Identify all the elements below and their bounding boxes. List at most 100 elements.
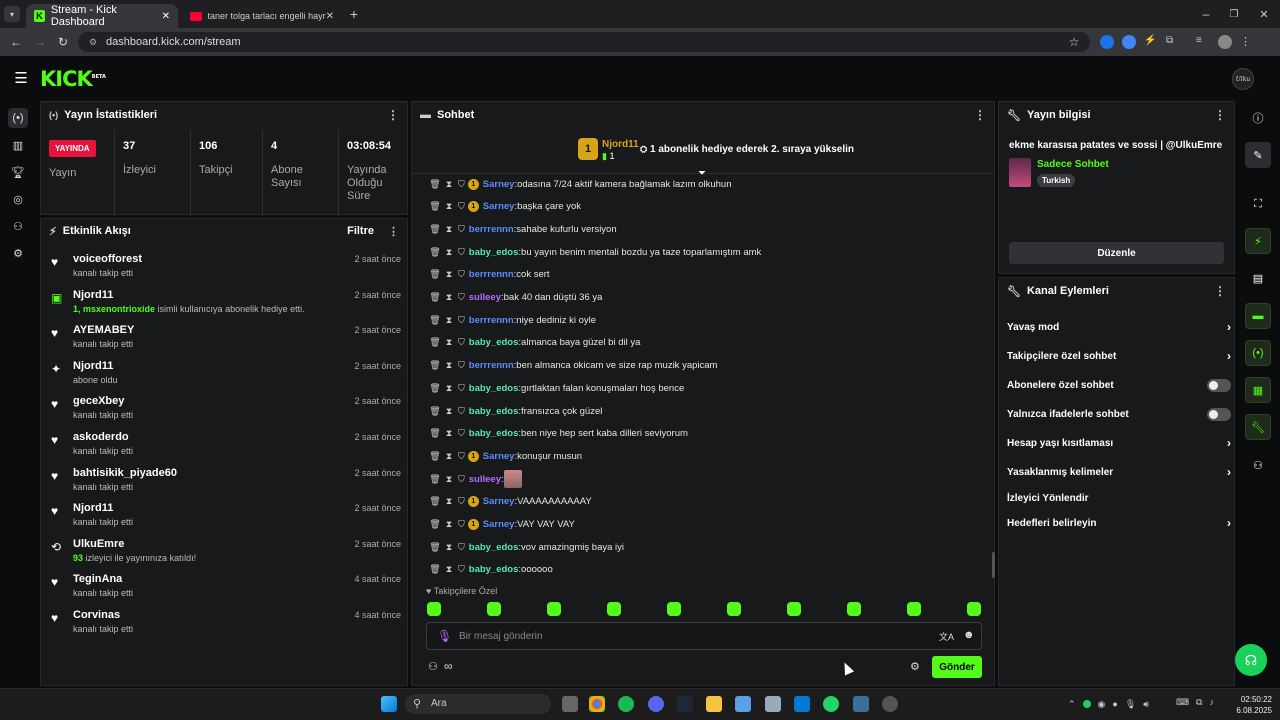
mod-shield-icon[interactable]: ⛉	[458, 292, 465, 303]
emote-icon[interactable]	[787, 602, 801, 616]
hamburger-menu-icon[interactable]: ☰	[12, 70, 30, 87]
chat-username[interactable]: Sarney	[483, 451, 515, 462]
chat-username[interactable]: baby_edos	[469, 247, 519, 258]
chat-message[interactable]: 🗑︎ ⧗ ⛉ 1 Sarney: VAAAAAAAAAAY	[428, 493, 592, 511]
activity-username[interactable]: Corvinas	[73, 609, 120, 621]
chat-message[interactable]: 🗑︎ ⧗ ⛉ 1 Sarney: konuşur musun	[428, 447, 582, 465]
category-name[interactable]: Sadece Sohbet	[1037, 159, 1109, 170]
mod-shield-icon[interactable]: ⛉	[458, 474, 465, 485]
new-tab-icon[interactable]: +	[346, 6, 362, 22]
emote-icon[interactable]	[607, 602, 621, 616]
app-icon[interactable]	[765, 696, 781, 712]
emote-icon[interactable]	[427, 602, 441, 616]
app-icon[interactable]	[853, 696, 869, 712]
chat-message[interactable]: 🗑︎ ⧗ ⛉ baby_edos: vov amazingmiş baya iyi	[428, 538, 624, 556]
close-icon[interactable]: ✕	[326, 11, 334, 22]
activity-item[interactable]: ♥ voiceofforest kanalı takip etti 2 saat ön…	[49, 251, 401, 285]
channel-action-item[interactable]: Yasaklanmış kelimeler ›	[1007, 461, 1231, 483]
mod-shield-icon[interactable]: ⛉	[458, 179, 465, 190]
settings-nav-icon[interactable]: ⚙	[8, 243, 28, 263]
url-bar[interactable]: ⚙ dashboard.kick.com/stream ☆	[78, 32, 1090, 52]
channel-action-item[interactable]: Abonelere özel sohbet	[1007, 374, 1231, 396]
chat-message[interactable]: 🗑︎ ⧗ ⛉ berrrennn: sahabe kufurlu versiyon	[428, 220, 616, 238]
whatsapp-icon[interactable]	[823, 696, 839, 712]
delete-icon[interactable]: 🗑︎	[428, 451, 442, 462]
delete-icon[interactable]: 🗑︎	[428, 247, 442, 258]
activity-username[interactable]: Njord11	[73, 360, 113, 372]
tray-app-icon[interactable]: ●	[1112, 699, 1117, 709]
mod-shield-icon[interactable]: ⛉	[458, 451, 465, 462]
filter-button[interactable]: Filtre	[347, 225, 374, 237]
tray-steam-icon[interactable]: ◉	[1098, 699, 1106, 710]
more-options-icon[interactable]: ⋮	[387, 108, 399, 122]
emote-icon[interactable]	[847, 602, 861, 616]
chat-username[interactable]: Sarney	[483, 179, 515, 190]
app-icon[interactable]	[735, 696, 751, 712]
activity-item[interactable]: ♥ askoderdo kanalı takip etti 2 saat önce	[49, 429, 401, 463]
chat-message[interactable]: 🗑︎ ⧗ ⛉ 1 Sarney: VAY VAY VAY	[428, 516, 575, 534]
timeout-icon[interactable]: ⧗	[442, 247, 456, 258]
chrome-icon[interactable]	[589, 696, 605, 712]
mod-shield-icon[interactable]: ⛉	[458, 224, 465, 235]
delete-icon[interactable]: 🗑︎	[428, 224, 442, 235]
timeout-icon[interactable]: ⧗	[442, 179, 456, 190]
window-close-icon[interactable]: ✕	[1256, 6, 1272, 22]
start-icon[interactable]	[381, 696, 397, 712]
mod-shield-icon[interactable]: ⛉	[458, 315, 465, 326]
more-options-icon[interactable]: ⋮	[388, 225, 399, 238]
emote-icon[interactable]	[487, 602, 501, 616]
timeout-icon[interactable]: ⧗	[442, 474, 456, 485]
activity-item[interactable]: ♥ Corvinas kanalı takip etti 4 saat önce	[49, 607, 401, 641]
activity-item[interactable]: ♥ geceXbey kanalı takip etti 2 saat önce	[49, 393, 401, 427]
mod-shield-icon[interactable]: ⛉	[458, 247, 465, 258]
chat-username[interactable]: berrrennn	[469, 360, 514, 371]
puzzle-icon[interactable]: ⧉	[1166, 35, 1180, 49]
toggle-switch[interactable]	[1207, 378, 1231, 392]
toggle-switch[interactable]	[1207, 407, 1231, 421]
target-nav-icon[interactable]: ◎	[8, 189, 28, 209]
chat-message[interactable]: 🗑︎ ⧗ ⛉ baby_edos: ben niye hep sert kaba di…	[428, 425, 688, 443]
chat-username[interactable]: baby_edos	[469, 428, 519, 439]
trophy-nav-icon[interactable]: 🏆︎	[8, 162, 28, 182]
activity-username[interactable]: TeginAna	[73, 573, 122, 585]
timeout-icon[interactable]: ⧗	[442, 360, 456, 371]
quick-action-wrench-icon[interactable]: 🔧︎	[1245, 414, 1271, 440]
activity-username[interactable]: bahtisikik_piyade60	[73, 467, 177, 479]
chat-username[interactable]: berrrennn	[469, 224, 514, 235]
emote-icon[interactable]	[907, 602, 921, 616]
extension-icon[interactable]	[1122, 35, 1136, 49]
channel-action-item[interactable]: Hedefleri belirleyin ›	[1007, 512, 1231, 534]
chat-username[interactable]: berrrennn	[469, 315, 514, 326]
activity-username[interactable]: askoderdo	[73, 431, 129, 443]
more-options-icon[interactable]: ⋮	[974, 108, 986, 122]
channel-action-item[interactable]: İzleyici Yönlendir	[1007, 487, 1231, 509]
mod-shield-icon[interactable]: ⛉	[458, 337, 465, 348]
more-options-icon[interactable]: ⋮	[1214, 284, 1226, 298]
translate-icon[interactable]: 文A	[939, 630, 954, 643]
community-icon[interactable]: ⚇	[428, 660, 438, 673]
user-avatar[interactable]: Ulku	[1232, 68, 1254, 90]
chat-message[interactable]: 🗑︎ ⧗ ⛉ 1 Sarney: başka çare yok	[428, 198, 581, 216]
send-button[interactable]: Gönder	[932, 656, 982, 678]
profile-avatar[interactable]	[1218, 35, 1232, 49]
chat-username[interactable]: Sarney	[483, 201, 515, 212]
chat-username[interactable]: berrrennn	[469, 269, 514, 280]
mod-shield-icon[interactable]: ⛉	[458, 269, 465, 280]
chat-input[interactable]: 🎙︎ Bir mesaj gönderin 文A ☻	[426, 622, 982, 650]
mod-shield-icon[interactable]: ⛉	[458, 428, 465, 439]
activity-item[interactable]: ♥ AYEMABEY kanalı takip etti 2 saat önce	[49, 322, 401, 356]
community-nav-icon[interactable]: ⚇	[1245, 452, 1271, 478]
network-icon[interactable]: ⧉	[1196, 697, 1202, 711]
activity-item[interactable]: ✦ Njord11 abone oldu 2 saat önce	[49, 358, 401, 392]
chat-scrollbar[interactable]	[992, 552, 995, 578]
chat-message[interactable]: 🗑︎ ⧗ ⛉ berrrennn: cok sert	[428, 266, 549, 284]
activity-username[interactable]: Njord11	[73, 289, 113, 301]
activity-item[interactable]: ▣ Njord11 1, msxenontrioxide isimli kullan…	[49, 287, 401, 321]
back-icon[interactable]: ←	[8, 34, 24, 50]
chat-message[interactable]: 🗑︎ ⧗ ⛉ baby_edos: fransızca çok güzel	[428, 402, 602, 420]
chat-username[interactable]: baby_edos	[469, 406, 519, 417]
activity-username[interactable]: geceXbey	[73, 395, 124, 407]
emote-icon[interactable]	[667, 602, 681, 616]
chat-username[interactable]: Sarney	[483, 519, 515, 530]
chat-message[interactable]: 🗑︎ ⧗ ⛉ baby_edos: gırtlaktan falan konuşmal…	[428, 379, 684, 397]
